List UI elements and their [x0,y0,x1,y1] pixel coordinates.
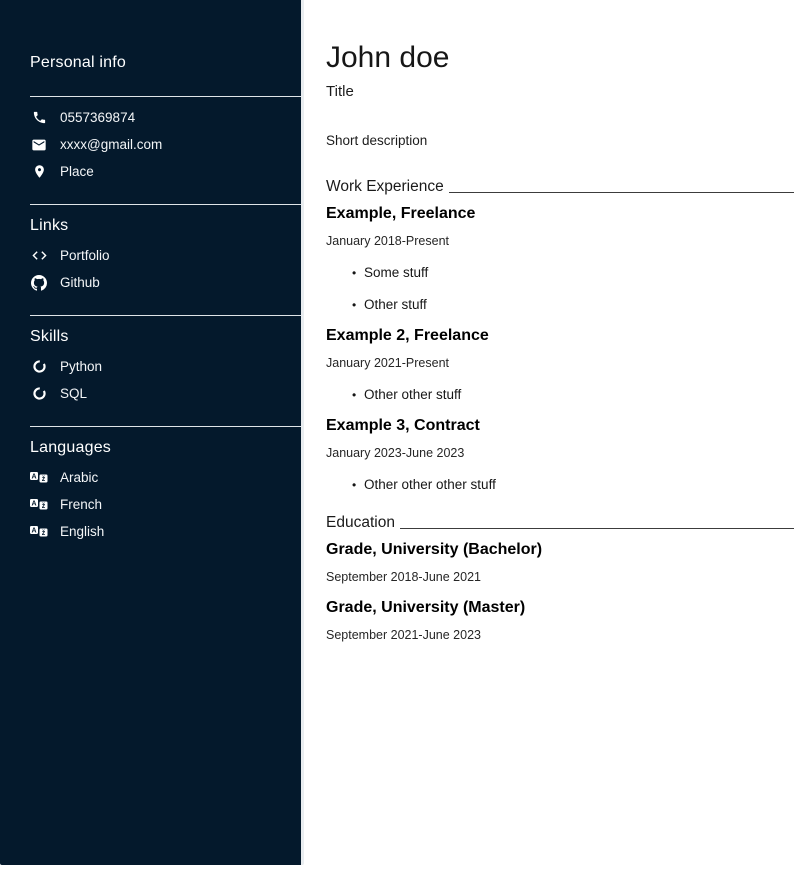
svg-text:A: A [31,474,36,481]
sidebar-section-title-languages: Languages [30,439,301,457]
svg-text:ž: ž [42,503,46,510]
skill-item-sql: SQL [30,380,301,407]
section-heading-label: Work Experience [326,177,444,196]
svg-text:ž: ž [42,530,46,537]
experience-entry: Example 3, Contract January 2023-June 20… [326,416,794,493]
language-label: French [60,497,102,512]
link-item-portfolio[interactable]: Portfolio [30,242,301,269]
bullet-item: Other other other stuff [352,476,794,493]
github-icon [30,275,48,291]
phone-value: 0557369874 [60,110,135,125]
translate-icon: A ž [30,525,48,538]
entry-title: Example, Freelance [326,204,794,223]
entry-date: January 2018-Present [326,234,794,249]
sidebar-section-links: Links Portfolio Github [30,204,301,296]
education-entry: Grade, University (Master) September 202… [326,598,794,643]
sidebar-divider [30,315,301,316]
email-value: xxxx@gmail.com [60,137,162,152]
svg-text:A: A [31,501,36,508]
sidebar-section-personal-info: Personal info 0557369874 xxxx@gmail.com [30,54,301,185]
location-icon [30,164,48,179]
sidebar-section-title-links: Links [30,217,301,235]
portfolio-link-label[interactable]: Portfolio [60,248,110,263]
entry-date: January 2021-Present [326,356,794,371]
sidebar-divider [30,96,301,97]
entry-date: January 2023-June 2023 [326,446,794,461]
sidebar-section-title-personal-info: Personal info [30,54,301,72]
experience-entry: Example 2, Freelance January 2021-Presen… [326,326,794,403]
contact-item-phone: 0557369874 [30,104,301,131]
sidebar-section-title-skills: Skills [30,328,301,346]
experience-entry: Example, Freelance January 2018-Present … [326,204,794,313]
translate-icon: A ž [30,471,48,484]
entry-bullet-list: Other other other stuff [326,476,794,493]
circle-notch-icon [30,359,48,374]
bullet-item: Some stuff [352,264,794,281]
sidebar-section-skills: Skills Python SQL [30,315,301,407]
svg-text:A: A [31,528,36,535]
section-rule [400,528,794,529]
language-item-arabic: A ž Arabic [30,464,301,491]
section-heading-label: Education [326,513,395,532]
language-item-french: A ž French [30,491,301,518]
sidebar-divider [30,426,301,427]
section-rule [449,192,794,193]
resume-page: Personal info 0557369874 xxxx@gmail.com [0,0,794,869]
education-entry: Grade, University (Bachelor) September 2… [326,540,794,585]
contact-item-place: Place [30,158,301,185]
bullet-item: Other other stuff [352,386,794,403]
short-description: Short description [326,133,794,148]
skill-item-python: Python [30,353,301,380]
translate-icon: A ž [30,498,48,511]
bullet-item: Other stuff [352,296,794,313]
email-icon [30,137,48,153]
circle-notch-icon [30,386,48,401]
person-title: Title [326,83,794,100]
language-label: English [60,524,104,539]
github-link-label[interactable]: Github [60,275,100,290]
entry-date: September 2021-June 2023 [326,628,794,643]
contact-item-email: xxxx@gmail.com [30,131,301,158]
skill-label: SQL [60,386,87,401]
code-icon [30,247,48,264]
entry-bullet-list: Other other stuff [326,386,794,403]
sidebar: Personal info 0557369874 xxxx@gmail.com [0,0,304,865]
skill-label: Python [60,359,102,374]
language-label: Arabic [60,470,98,485]
section-header-education: Education [326,513,794,532]
phone-icon [30,110,48,125]
svg-text:ž: ž [42,476,46,483]
entry-title: Grade, University (Master) [326,598,794,617]
main-content: John doe Title Short description Work Ex… [304,0,794,869]
entry-date: September 2018-June 2021 [326,570,794,585]
sidebar-section-languages: Languages A ž Arabic [30,426,301,545]
entry-title: Example 2, Freelance [326,326,794,345]
place-value: Place [60,164,94,179]
language-item-english: A ž English [30,518,301,545]
section-header-work-experience: Work Experience [326,177,794,196]
entry-bullet-list: Some stuff Other stuff [326,264,794,313]
sidebar-divider [30,204,301,205]
entry-title: Grade, University (Bachelor) [326,540,794,559]
person-name: John doe [326,40,794,76]
link-item-github[interactable]: Github [30,269,301,296]
entry-title: Example 3, Contract [326,416,794,435]
